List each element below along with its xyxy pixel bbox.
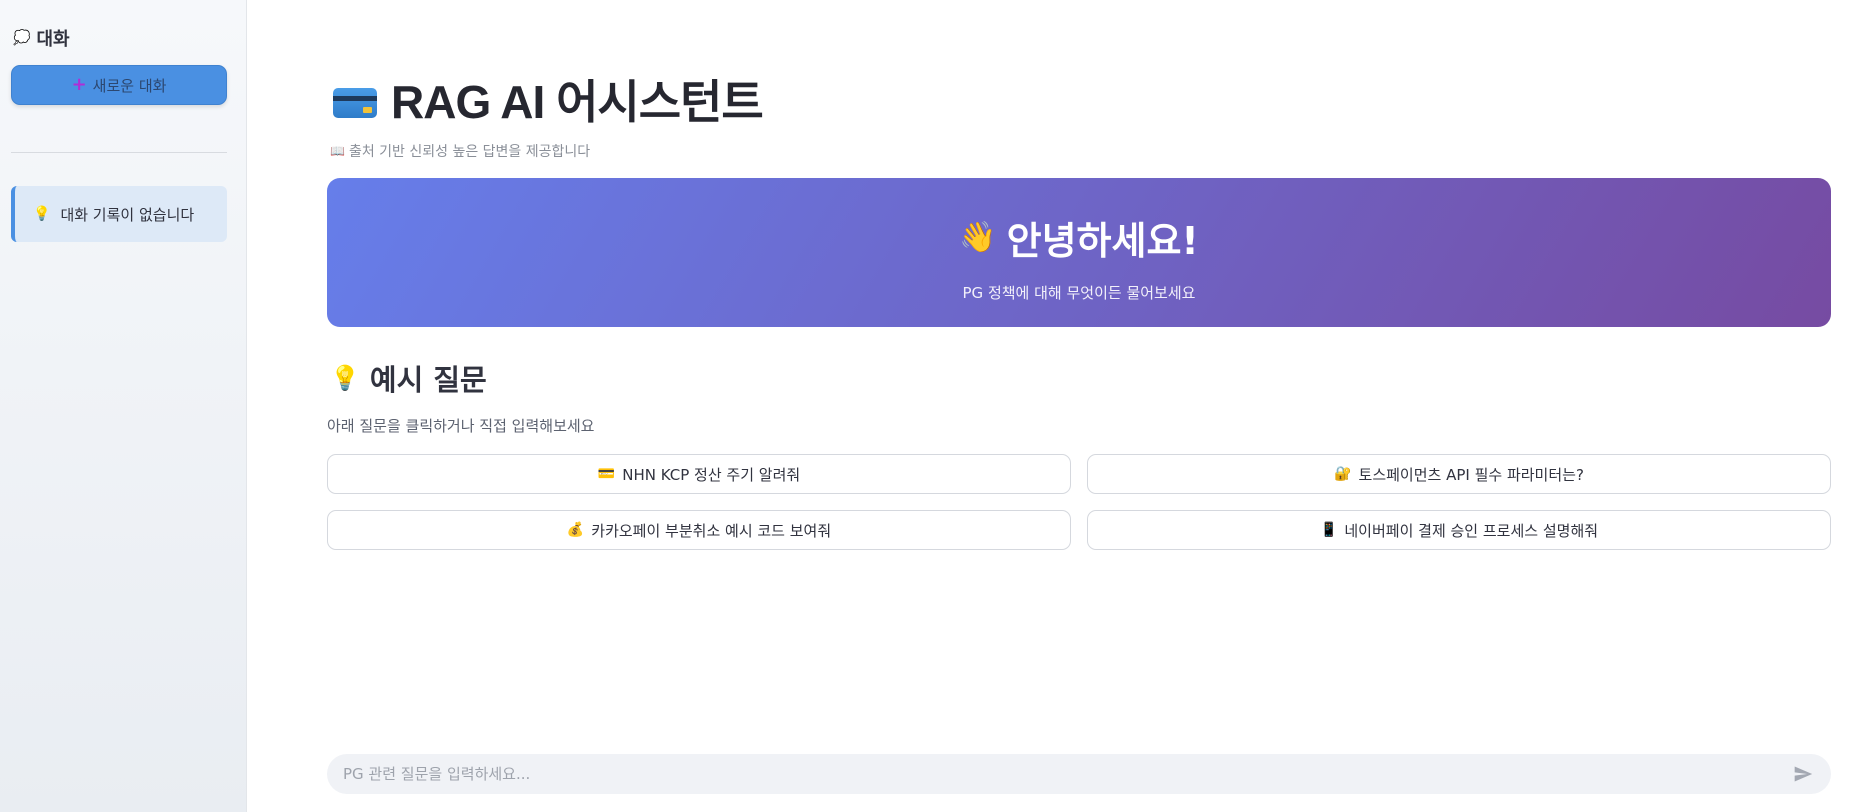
chat-input[interactable] bbox=[343, 765, 1791, 783]
main-content: RAG AI 어시스턴트 📖 출처 기반 신뢰성 높은 답변을 제공합니다 👋 … bbox=[248, 0, 1862, 812]
history-empty-notice: 💡 대화 기록이 없습니다 bbox=[11, 186, 227, 242]
page-title-text: RAG AI 어시스턴트 bbox=[391, 76, 764, 128]
sidebar-title: 💭 대화 bbox=[13, 25, 70, 51]
new-chat-button[interactable]: + 새로운 대화 bbox=[11, 65, 227, 105]
example-question-button[interactable]: 💳 NHN KCP 정산 주기 알려줘 bbox=[327, 454, 1071, 494]
lightbulb-icon: 💡 bbox=[330, 364, 360, 392]
example-question-button[interactable]: 📱 네이버페이 결제 승인 프로세스 설명해줘 bbox=[1087, 510, 1831, 550]
lock-key-icon: 🔐 bbox=[1334, 466, 1352, 482]
plus-icon: + bbox=[71, 74, 87, 95]
welcome-title-text: 안녕하세요! bbox=[1006, 219, 1199, 263]
money-bag-icon: 💰 bbox=[566, 522, 585, 538]
welcome-subtitle: PG 정책에 대해 무엇이든 물어보세요 bbox=[962, 284, 1196, 302]
page-subtitle: 📖 출처 기반 신뢰성 높은 답변을 제공합니다 bbox=[330, 141, 590, 161]
page-subtitle-text: 출처 기반 신뢰성 높은 답변을 제공합니다 bbox=[348, 144, 591, 160]
send-icon bbox=[1794, 766, 1813, 782]
welcome-title: 👋 안녕하세요! bbox=[327, 210, 1831, 265]
history-empty-text: 대화 기록이 없습니다 bbox=[60, 205, 195, 224]
credit-card-icon bbox=[333, 88, 377, 118]
welcome-banner: 👋 안녕하세요! PG 정책에 대해 무엇이든 물어보세요 bbox=[327, 178, 1831, 327]
example-question-label: 토스페이먼츠 API 필수 파라미터는? bbox=[1358, 465, 1584, 484]
lightbulb-icon: 💡 bbox=[33, 206, 51, 222]
chat-input-bar bbox=[327, 754, 1831, 794]
example-question-label: NHN KCP 정산 주기 알려줘 bbox=[622, 465, 801, 484]
examples-description: 아래 질문을 클릭하거나 직접 입력해보세요 bbox=[327, 417, 595, 435]
example-question-label: 네이버페이 결제 승인 프로세스 설명해줘 bbox=[1344, 521, 1599, 540]
sidebar-title-label: 대화 bbox=[36, 29, 70, 50]
examples-heading-text: 예시 질문 bbox=[369, 363, 487, 397]
sidebar: 💭 대화 + 새로운 대화 💡 대화 기록이 없습니다 bbox=[0, 0, 247, 812]
sidebar-divider bbox=[11, 152, 227, 153]
example-question-label: 카카오페이 부분취소 예시 코드 보여줘 bbox=[591, 521, 832, 540]
open-book-icon: 📖 bbox=[330, 144, 345, 158]
example-question-button[interactable]: 💰 카카오페이 부분취소 예시 코드 보여줘 bbox=[327, 510, 1071, 550]
new-chat-label: 새로운 대화 bbox=[92, 76, 167, 95]
send-button[interactable] bbox=[1791, 762, 1815, 786]
credit-card-icon: 💳 bbox=[597, 466, 616, 482]
examples-heading: 💡 예시 질문 bbox=[330, 357, 487, 399]
page-title: RAG AI 어시스턴트 bbox=[333, 66, 764, 132]
example-question-button[interactable]: 🔐 토스페이먼츠 API 필수 파라미터는? bbox=[1087, 454, 1831, 494]
waving-hand-icon: 👋 bbox=[959, 220, 997, 255]
thought-bubble-icon: 💭 bbox=[13, 30, 31, 46]
mobile-phone-icon: 📱 bbox=[1319, 522, 1338, 538]
